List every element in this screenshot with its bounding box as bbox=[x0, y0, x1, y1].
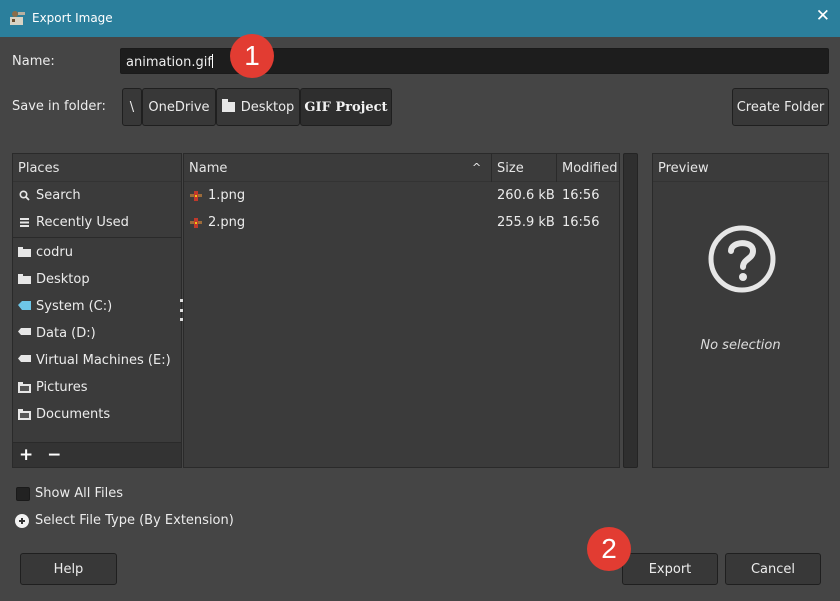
add-remove-bookmark-buttons[interactable]: + − bbox=[19, 445, 65, 465]
folder-icon bbox=[18, 382, 31, 393]
cancel-label: Cancel bbox=[750, 561, 796, 577]
show-all-files-label[interactable]: Show All Files bbox=[35, 486, 123, 501]
place-item-virtual-machines-e[interactable]: Virtual Machines (E:) bbox=[13, 347, 181, 374]
place-label: System (C:) bbox=[36, 299, 113, 314]
file-list-scrollbar[interactable] bbox=[623, 153, 638, 468]
place-label: codru bbox=[36, 245, 73, 260]
preview-header: Preview bbox=[653, 154, 828, 182]
export-button[interactable]: Export bbox=[622, 553, 718, 585]
no-selection-text: No selection bbox=[700, 338, 781, 353]
title-bar: Export Image ✕ bbox=[0, 0, 840, 37]
path-button-root[interactable]: \ bbox=[122, 88, 142, 126]
places-separator bbox=[13, 237, 181, 238]
file-name: 1.png bbox=[208, 188, 246, 203]
file-row[interactable]: 1.png 260.6 kB 16:56 bbox=[184, 182, 619, 209]
cancel-button[interactable]: Cancel bbox=[725, 553, 821, 585]
place-item-system-c[interactable]: System (C:) bbox=[13, 293, 181, 320]
place-label: Pictures bbox=[36, 380, 88, 395]
step-badge-2: 2 bbox=[587, 527, 631, 571]
step-badge-1: 1 bbox=[230, 34, 274, 78]
help-button[interactable]: Help bbox=[20, 553, 117, 585]
file-size: 260.6 kB bbox=[497, 188, 555, 203]
places-header: Places bbox=[13, 154, 181, 182]
path-gif-project-label: GIF Project bbox=[304, 99, 388, 115]
search-icon bbox=[18, 190, 31, 201]
place-item-data-d[interactable]: Data (D:) bbox=[13, 320, 181, 347]
path-desktop-label: Desktop bbox=[240, 99, 295, 115]
file-list: Name ^ Size Modified 1.png 260.6 kB 16:5… bbox=[183, 153, 620, 468]
image-file-icon bbox=[190, 190, 202, 201]
file-row[interactable]: 2.png 255.9 kB 16:56 bbox=[184, 209, 619, 236]
drive-icon bbox=[18, 301, 31, 310]
places-toolbar: + − bbox=[13, 442, 181, 467]
column-header-modified[interactable]: Modified bbox=[562, 161, 617, 176]
column-header-name[interactable]: Name bbox=[189, 161, 227, 176]
place-item-documents[interactable]: Documents bbox=[13, 401, 181, 428]
question-mark-icon bbox=[708, 225, 776, 293]
text-cursor bbox=[211, 54, 213, 68]
file-list-header: Name ^ Size Modified bbox=[184, 154, 619, 182]
file-modified: 16:56 bbox=[562, 188, 600, 203]
column-header-size[interactable]: Size bbox=[497, 161, 524, 176]
place-label: Documents bbox=[36, 407, 111, 422]
folder-icon bbox=[18, 274, 31, 284]
place-item-codru[interactable]: codru bbox=[13, 239, 181, 266]
file-name: 2.png bbox=[208, 215, 246, 230]
place-item-desktop[interactable]: Desktop bbox=[13, 266, 181, 293]
drive-icon bbox=[18, 355, 31, 362]
preview-panel: Preview No selection bbox=[652, 153, 829, 468]
recent-icon bbox=[18, 217, 31, 228]
name-label: Name: bbox=[12, 54, 55, 69]
create-folder-button[interactable]: Create Folder bbox=[732, 88, 829, 126]
expand-icon[interactable] bbox=[15, 514, 29, 528]
path-onedrive-label: OneDrive bbox=[148, 99, 210, 115]
place-label: Data (D:) bbox=[36, 326, 96, 341]
place-item-pictures[interactable]: Pictures bbox=[13, 374, 181, 401]
image-file-icon bbox=[190, 217, 202, 228]
folder-icon bbox=[18, 247, 31, 257]
file-modified: 16:56 bbox=[562, 215, 600, 230]
file-size: 255.9 kB bbox=[497, 215, 555, 230]
place-label: Desktop bbox=[36, 272, 90, 287]
gimp-icon bbox=[10, 11, 25, 25]
help-label: Help bbox=[53, 561, 84, 577]
path-button-desktop[interactable]: Desktop bbox=[216, 88, 300, 126]
select-file-type-label[interactable]: Select File Type (By Extension) bbox=[35, 513, 234, 528]
close-icon[interactable]: ✕ bbox=[816, 8, 830, 25]
folder-icon bbox=[18, 409, 31, 420]
place-item-recently-used[interactable]: Recently Used bbox=[13, 209, 181, 236]
path-button-onedrive[interactable]: OneDrive bbox=[142, 88, 216, 126]
place-label: Search bbox=[36, 188, 81, 203]
place-label: Virtual Machines (E:) bbox=[36, 353, 171, 368]
filename-value: animation.gif bbox=[126, 55, 212, 70]
column-divider bbox=[556, 154, 557, 182]
place-item-search[interactable]: Search bbox=[13, 182, 181, 209]
filename-input[interactable]: animation.gif bbox=[120, 48, 829, 74]
path-button-gif-project[interactable]: GIF Project bbox=[300, 88, 392, 126]
places-panel: Places Search Recently Used codru Deskto… bbox=[12, 153, 182, 468]
place-label: Recently Used bbox=[36, 215, 129, 230]
path-root-label: \ bbox=[129, 99, 135, 115]
show-all-files-checkbox[interactable] bbox=[16, 487, 30, 501]
column-divider bbox=[491, 154, 492, 182]
export-label: Export bbox=[648, 561, 692, 577]
drive-icon bbox=[18, 328, 31, 335]
create-folder-label: Create Folder bbox=[736, 99, 825, 115]
folder-icon bbox=[221, 99, 235, 112]
save-in-folder-label: Save in folder: bbox=[12, 99, 106, 114]
sort-ascending-icon[interactable]: ^ bbox=[472, 161, 481, 174]
window-title: Export Image bbox=[32, 11, 113, 25]
